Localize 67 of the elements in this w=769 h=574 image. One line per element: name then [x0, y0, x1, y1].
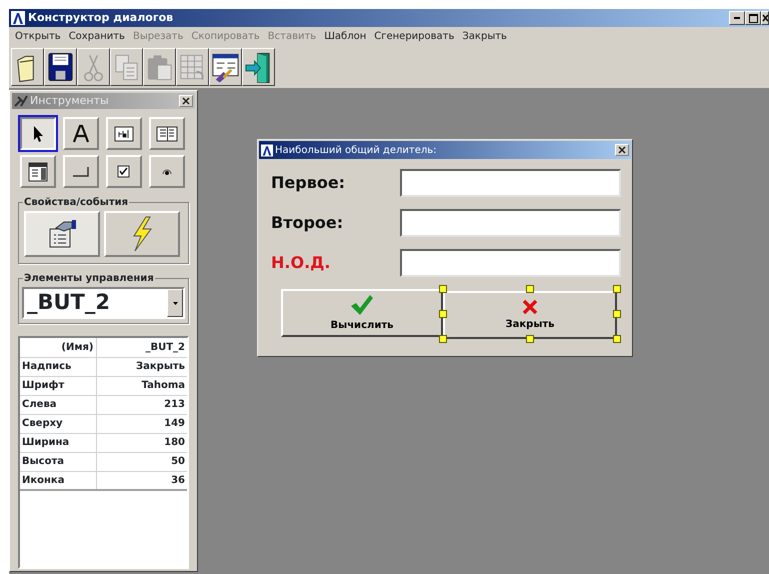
tools-icon	[14, 95, 28, 107]
events-button[interactable]	[104, 211, 180, 257]
property-name: Шрифт	[20, 376, 96, 395]
dropdown-arrow-icon	[172, 302, 178, 304]
control-dropdown[interactable]: _BUT_2	[22, 287, 185, 319]
property-name: Иконка	[20, 471, 96, 490]
app-icon	[261, 144, 273, 156]
close-button[interactable]	[615, 144, 629, 156]
calculate-button[interactable]: Вычислить	[281, 289, 443, 337]
tool-button[interactable]	[20, 117, 56, 150]
close-dialog-button[interactable]: Закрыть	[443, 291, 617, 339]
close-icon	[182, 97, 190, 105]
property-name: Слева	[20, 395, 96, 414]
radio-button-icon	[162, 168, 172, 175]
menu-item[interactable]: Закрыть	[458, 29, 511, 44]
window-title: Конструктор диалогов	[28, 10, 174, 26]
cross-icon	[522, 298, 538, 314]
property-name: Сверху	[20, 414, 96, 433]
property-value: Tahoma	[96, 376, 187, 395]
field-label: Второе:	[271, 212, 344, 234]
minimize-button[interactable]	[729, 11, 745, 25]
property-name: Высота	[20, 452, 96, 471]
close-icon	[618, 146, 626, 154]
properties-button[interactable]	[24, 211, 100, 257]
group-label: Элементы управления	[23, 271, 155, 286]
property-value: Закрыть	[96, 357, 187, 376]
resize-handle[interactable]	[613, 310, 621, 318]
property-value: 180	[96, 433, 187, 452]
property-value: _BUT_2	[96, 338, 187, 357]
close-button[interactable]	[179, 95, 193, 107]
property-value: 36	[96, 471, 187, 490]
input-field[interactable]	[400, 209, 621, 237]
resize-handle[interactable]	[439, 335, 447, 343]
property-name: Надпись	[20, 357, 96, 376]
field-label: Н.О.Д.	[271, 252, 332, 274]
property-name: (Имя)	[20, 338, 96, 357]
menu-item[interactable]: Шаблон	[320, 29, 370, 44]
property-value: 149	[96, 414, 187, 433]
panel-title: Инструменты	[30, 92, 109, 109]
resize-handle[interactable]	[439, 285, 447, 293]
minimize-icon	[734, 17, 740, 19]
property-value: 50	[96, 452, 187, 471]
input-field[interactable]	[400, 169, 621, 197]
input-field[interactable]	[400, 249, 621, 277]
toolbar-button[interactable]	[44, 48, 77, 86]
maximize-button[interactable]	[745, 11, 761, 25]
property-name: Ширина	[20, 433, 96, 452]
resize-handle[interactable]	[613, 285, 621, 293]
toolbar-button[interactable]	[11, 48, 44, 86]
checkmark-icon	[350, 294, 374, 316]
app-icon	[11, 11, 25, 25]
resize-handle[interactable]	[526, 335, 534, 343]
dialog-title: Наибольший общий делитель:	[275, 144, 437, 158]
menu-item[interactable]: Сгенерировать	[370, 29, 458, 44]
resize-handle[interactable]	[439, 310, 447, 318]
menu-item[interactable]: Сохранить	[64, 29, 129, 44]
maximize-icon	[748, 14, 758, 22]
corner-line-icon	[73, 166, 89, 176]
toolbar-button[interactable]	[209, 48, 242, 86]
resize-handle[interactable]	[613, 335, 621, 343]
close-button[interactable]	[761, 11, 769, 25]
property-value: 213	[96, 395, 187, 414]
field-label: Первое:	[271, 172, 346, 194]
menu-item[interactable]: Открыть	[11, 29, 65, 44]
toolbar-button[interactable]	[242, 48, 275, 86]
resize-handle[interactable]	[526, 285, 534, 293]
close-icon	[762, 14, 768, 22]
